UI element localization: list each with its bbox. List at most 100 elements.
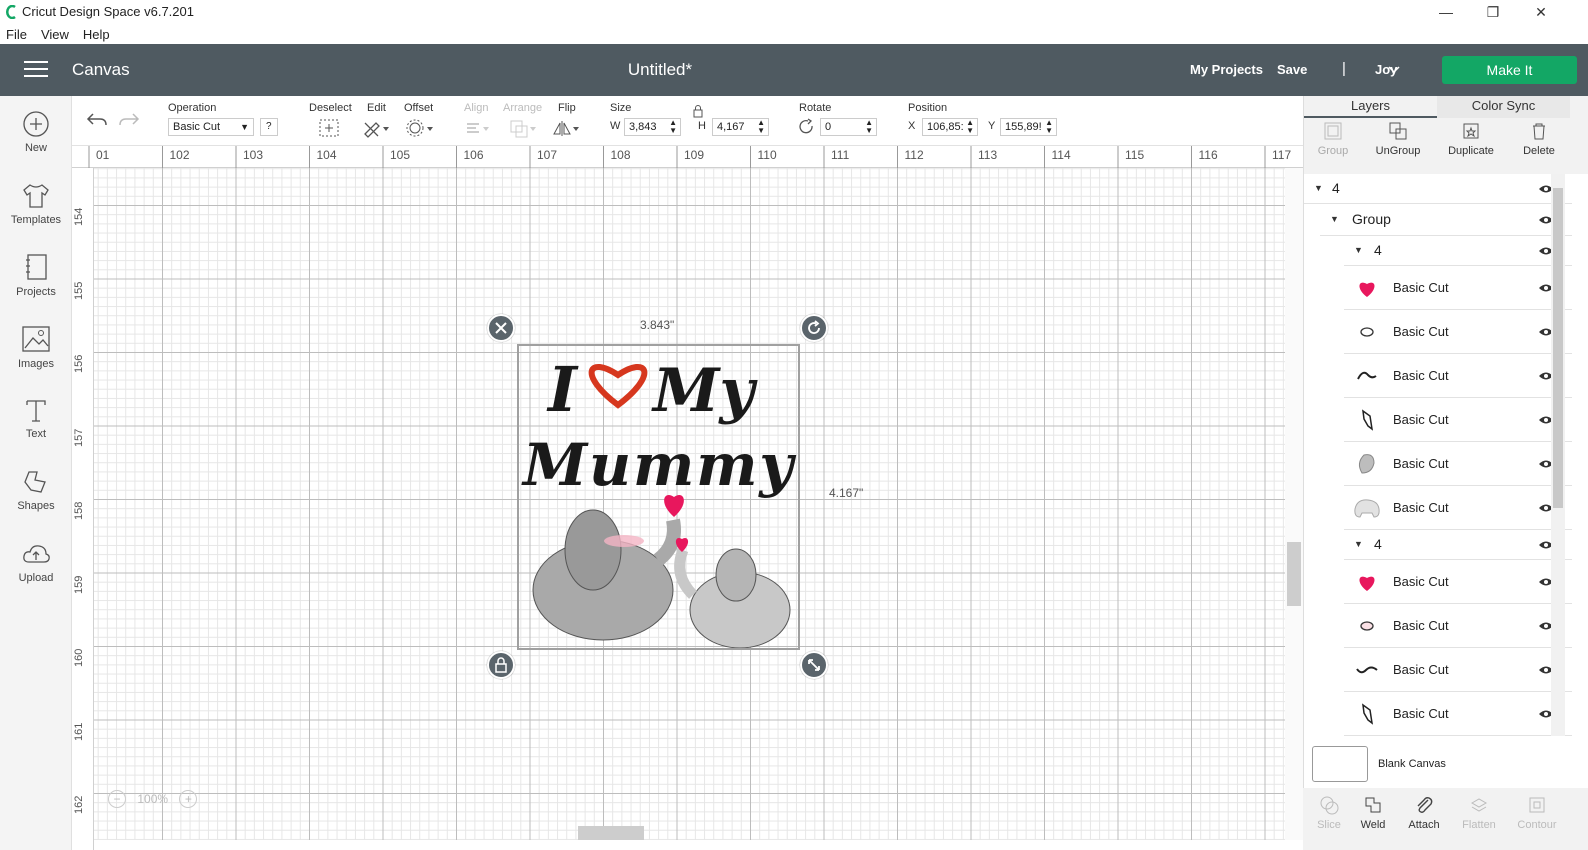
sidebar-item-upload[interactable]: Upload <box>0 540 72 584</box>
sidebar-item-images[interactable]: Images <box>0 324 72 370</box>
lock-aspect-icon[interactable] <box>692 104 704 118</box>
blank-canvas-swatch[interactable] <box>1312 746 1368 782</box>
ruler-tick-label: 117 <box>1272 148 1292 162</box>
operation-select[interactable]: Basic Cut ▼ <box>168 118 254 136</box>
heart-icon <box>1359 576 1375 591</box>
layer-row[interactable]: Basic Cut <box>1344 310 1572 354</box>
layer-row[interactable]: Basic Cut <box>1344 648 1572 692</box>
my-projects-link[interactable]: My Projects <box>1190 62 1263 77</box>
layer-name: Basic Cut <box>1393 618 1449 633</box>
layer-row[interactable]: Basic Cut <box>1344 398 1572 442</box>
stepper-icon[interactable]: ▲ ▼ <box>1045 119 1053 135</box>
layer-row[interactable]: Basic Cut <box>1344 560 1572 604</box>
y-label: Y <box>988 120 996 132</box>
rotate-input[interactable]: 0 ▲ ▼ <box>820 118 877 136</box>
layer-group-row[interactable]: ▼ 4 <box>1344 236 1572 266</box>
redo-icon[interactable] <box>118 110 140 128</box>
make-it-button[interactable]: Make It <box>1442 56 1577 84</box>
layers-scrollbar[interactable] <box>1551 174 1565 736</box>
oval-icon <box>1360 327 1374 337</box>
layer-row[interactable]: Basic Cut <box>1344 692 1572 736</box>
ruler-tick-label: 01 <box>96 148 110 162</box>
sidebar-item-templates[interactable]: Templates <box>0 182 72 226</box>
stepper-icon[interactable]: ▲ ▼ <box>669 119 677 135</box>
layer-row[interactable]: Basic Cut <box>1344 266 1572 310</box>
collapse-triangle-icon[interactable]: ▼ <box>1330 214 1339 224</box>
align-label: Align <box>464 102 489 114</box>
lock-handle[interactable] <box>487 651 515 679</box>
layer-row[interactable]: Basic Cut <box>1344 604 1572 648</box>
close-button[interactable]: ✕ <box>1518 0 1564 24</box>
duplicate-icon <box>1463 123 1479 139</box>
flip-icon[interactable] <box>552 118 582 138</box>
tab-layers[interactable]: Layers <box>1304 96 1437 118</box>
save-button[interactable]: Save <box>1277 62 1307 77</box>
duplicate-button[interactable]: Duplicate <box>1436 120 1506 157</box>
scroll-thumb[interactable] <box>578 826 644 840</box>
sidebar-label: Projects <box>16 286 56 298</box>
layer-row[interactable]: Basic Cut <box>1344 486 1572 530</box>
sidebar-item-projects[interactable]: Projects <box>0 252 72 298</box>
sidebar-item-text[interactable]: Text <box>0 396 72 440</box>
attach-button[interactable]: Attach <box>1398 794 1450 831</box>
wave-icon <box>1356 666 1378 674</box>
canvas-horizontal-scrollbar[interactable] <box>94 824 1285 840</box>
selection-bounding-box[interactable] <box>517 344 800 650</box>
weld-button[interactable]: Weld <box>1347 794 1399 831</box>
stepper-icon[interactable]: ▲ ▼ <box>757 119 765 135</box>
minimize-button[interactable]: — <box>1423 0 1469 24</box>
delete-handle[interactable] <box>487 314 515 342</box>
flatten-button: Flatten <box>1453 794 1505 831</box>
scroll-thumb[interactable] <box>1287 542 1301 606</box>
height-input[interactable]: 4,167 ▲ ▼ <box>712 118 769 136</box>
layer-group-row[interactable]: ▼ 4 <box>1304 174 1572 204</box>
delete-button[interactable]: Delete <box>1504 120 1574 157</box>
ruler-tick-label: 115 <box>1125 148 1145 162</box>
tab-color-sync[interactable]: Color Sync <box>1437 96 1570 118</box>
layer-name: Basic Cut <box>1393 456 1449 471</box>
x-position-input[interactable]: 106,85: ▲ ▼ <box>922 118 978 136</box>
menu-help[interactable]: Help <box>83 27 110 42</box>
canvas-vertical-scrollbar[interactable] <box>1285 168 1303 840</box>
edit-label: Edit <box>367 102 386 114</box>
layer-row[interactable]: Basic Cut <box>1344 354 1572 398</box>
ungroup-button[interactable]: UnGroup <box>1363 120 1433 157</box>
sidebar-label: Shapes <box>17 500 55 512</box>
width-input[interactable]: 3,843 ▲ ▼ <box>624 118 681 136</box>
layer-group-row[interactable]: ▼ Group <box>1320 204 1572 236</box>
deselect-icon[interactable] <box>318 118 340 138</box>
layer-group-row[interactable]: ▼ 4 <box>1344 530 1572 560</box>
sidebar-item-new[interactable]: New <box>0 110 72 154</box>
ruler-tick-label: 113 <box>978 148 998 162</box>
scroll-thumb[interactable] <box>1553 188 1563 508</box>
menu-view[interactable]: View <box>41 27 69 42</box>
layer-row[interactable]: Basic Cut <box>1344 442 1572 486</box>
height-value: 4,167 <box>717 121 745 133</box>
undo-icon[interactable] <box>86 110 108 128</box>
slice-icon <box>1320 796 1339 815</box>
sidebar-item-shapes[interactable]: Shapes <box>0 468 72 512</box>
elephant-icon <box>1354 499 1380 518</box>
zoom-out-button[interactable]: − <box>108 790 126 808</box>
oval-pink-icon <box>1360 621 1374 631</box>
chevron-down-icon[interactable] <box>1388 66 1400 74</box>
group-icon <box>1324 122 1342 140</box>
maximize-button[interactable]: ❐ <box>1470 0 1516 24</box>
ruler-tick-label: 157 <box>73 428 85 447</box>
menu-file[interactable]: File <box>6 27 27 42</box>
stepper-icon[interactable]: ▲ ▼ <box>966 119 974 135</box>
collapse-triangle-icon[interactable]: ▼ <box>1314 183 1323 193</box>
collapse-triangle-icon[interactable]: ▼ <box>1354 539 1363 549</box>
rotate-handle[interactable] <box>800 314 828 342</box>
y-position-input[interactable]: 155,89! ▲ ▼ <box>1000 118 1057 136</box>
document-title[interactable]: Untitled* <box>0 60 1320 80</box>
stepper-icon[interactable]: ▲ ▼ <box>865 119 873 135</box>
zoom-in-button[interactable]: + <box>179 790 198 808</box>
ruler-tick-label: 102 <box>169 148 190 162</box>
edit-tools-icon[interactable] <box>362 118 392 138</box>
resize-handle[interactable] <box>800 651 828 679</box>
operation-help-button[interactable]: ? <box>260 118 278 136</box>
collapse-triangle-icon[interactable]: ▼ <box>1354 245 1363 255</box>
ruler-vertical: 154 155 156 157 158 159 160 161 162 <box>72 168 94 850</box>
offset-icon[interactable] <box>406 118 436 138</box>
